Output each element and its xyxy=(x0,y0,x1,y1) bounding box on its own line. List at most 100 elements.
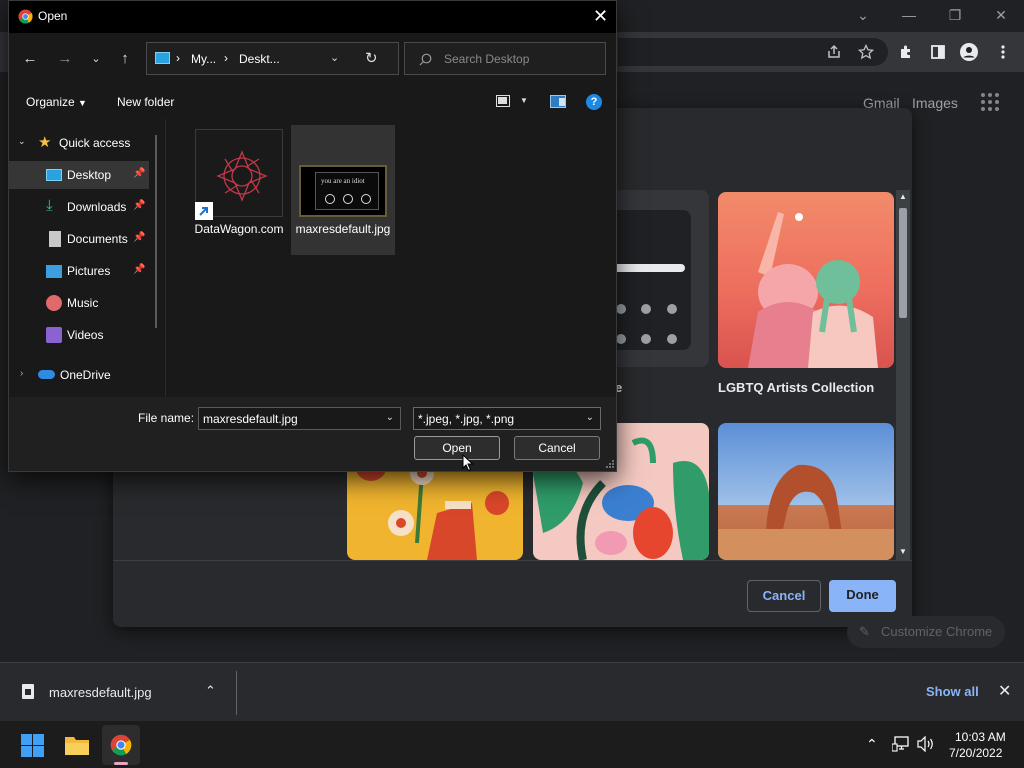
sidebar-item-downloads[interactable]: ⤓ Downloads 📌 xyxy=(9,193,149,221)
pin-icon: 📌 xyxy=(133,264,146,275)
pin-icon: 📌 xyxy=(133,168,146,179)
background-tile-label: LGBTQ Artists Collection xyxy=(718,380,875,395)
chrome-logo-icon xyxy=(18,9,33,24)
scrollbar-thumb[interactable] xyxy=(899,208,907,318)
sidebar-item-label: Downloads xyxy=(67,200,127,214)
dialog-navigation-bar: ← → ⌄ ↑ › My... › Deskt... ⌄ ↻ Search De… xyxy=(9,33,616,85)
recent-locations-chevron-icon[interactable]: ⌄ xyxy=(86,50,106,68)
background-tile-lgbtq[interactable] xyxy=(718,192,894,368)
customize-done-button[interactable]: Done xyxy=(829,580,896,612)
navigation-scrollbar[interactable] xyxy=(155,135,157,328)
pencil-icon: ✎ xyxy=(859,624,870,639)
chrome-taskbar-button[interactable] xyxy=(102,725,140,765)
desktop-icon xyxy=(46,169,62,181)
sidebar-item-label: Desktop xyxy=(67,168,112,182)
sidebar-item-desktop[interactable]: Desktop 📌 xyxy=(9,161,149,189)
chevron-down-icon[interactable]: ⌄ xyxy=(386,412,394,423)
file-name-input[interactable]: maxresdefault.jpg ⌄ xyxy=(198,407,401,430)
address-bar[interactable] xyxy=(618,38,888,66)
chevron-up-icon[interactable]: ⌃ xyxy=(205,683,216,699)
active-indicator xyxy=(114,762,128,765)
images-link[interactable]: Images xyxy=(912,95,958,111)
help-icon[interactable]: ? xyxy=(586,94,602,110)
download-item-name[interactable]: maxresdefault.jpg xyxy=(49,685,152,700)
file-icon xyxy=(22,684,34,699)
computer-icon xyxy=(155,52,170,64)
close-icon[interactable]: ✕ xyxy=(593,7,608,25)
show-hidden-icons-chevron-icon[interactable]: ⌃ xyxy=(866,736,878,753)
windows-start-icon[interactable] xyxy=(21,734,44,757)
arch-artwork xyxy=(718,464,894,560)
sidebar-item-label: Music xyxy=(67,296,99,310)
customize-chrome-button[interactable]: ✎ Customize Chrome xyxy=(847,616,1005,648)
close-icon[interactable]: ✕ xyxy=(998,681,1011,701)
new-folder-button[interactable]: New folder xyxy=(117,95,174,109)
pictures-icon xyxy=(46,265,62,278)
share-icon[interactable] xyxy=(824,42,844,62)
clock-time[interactable]: 10:03 AM xyxy=(955,730,1006,744)
back-arrow-icon[interactable]: ← xyxy=(20,50,40,68)
extensions-icon[interactable] xyxy=(896,42,916,62)
dialog-title: Open xyxy=(38,9,68,23)
tab-search-icon[interactable]: ⌄ xyxy=(852,5,874,25)
file-explorer-icon[interactable] xyxy=(64,734,90,756)
resize-grip-icon[interactable] xyxy=(606,460,614,468)
navigation-pane: ⌄ ★ Quick access Desktop 📌 ⤓ Downloads 📌… xyxy=(9,119,166,397)
scroll-down-arrow-icon[interactable]: ▼ xyxy=(899,547,907,556)
open-button[interactable]: Open xyxy=(414,436,500,460)
forward-arrow-icon[interactable]: → xyxy=(55,50,75,68)
dialog-command-bar: Organize ▼ New folder ▼ ? xyxy=(9,85,616,119)
show-all-button[interactable]: Show all xyxy=(926,684,979,699)
minimize-icon[interactable]: — xyxy=(898,5,920,25)
organize-menu[interactable]: Organize ▼ xyxy=(26,95,87,109)
refresh-icon[interactable]: ↻ xyxy=(365,49,378,67)
star-icon: ★ xyxy=(38,134,52,151)
customize-cancel-button[interactable]: Cancel xyxy=(747,580,821,612)
file-list: DataWagon.com you are an idiot maxresdef… xyxy=(167,119,616,397)
chevron-down-icon[interactable]: ⌄ xyxy=(586,412,594,423)
bookmark-star-icon[interactable] xyxy=(856,42,876,62)
search-input[interactable]: Search Desktop xyxy=(404,42,606,75)
up-arrow-icon[interactable]: ↑ xyxy=(115,50,135,68)
sidebar-item-documents[interactable]: Documents 📌 xyxy=(9,225,149,253)
chrome-menu-icon[interactable] xyxy=(993,42,1013,62)
chrome-logo-icon xyxy=(110,734,132,756)
preview-pane-icon[interactable] xyxy=(550,95,566,108)
dialog-bottom-panel: File name: maxresdefault.jpg ⌄ *.jpeg, *… xyxy=(9,397,616,471)
volume-icon[interactable] xyxy=(917,736,935,752)
view-options-icon[interactable] xyxy=(496,95,510,107)
sidebar-item-label: OneDrive xyxy=(60,368,111,382)
file-thumbnail: you are an idiot xyxy=(299,165,387,217)
gallery-scrollbar[interactable]: ▲ ▼ xyxy=(896,190,910,560)
close-window-icon[interactable]: ✕ xyxy=(990,5,1012,25)
profile-avatar-icon[interactable] xyxy=(959,42,979,62)
restore-icon[interactable]: ❐ xyxy=(944,5,966,25)
divider xyxy=(236,671,237,715)
sidebar-item-label: Documents xyxy=(67,232,128,246)
breadcrumb[interactable]: › My... › Deskt... ⌄ ↻ xyxy=(146,42,399,75)
file-type-select[interactable]: *.jpeg, *.jpg, *.png ⌄ xyxy=(413,407,601,430)
view-options-dropdown-icon[interactable]: ▼ xyxy=(520,96,528,105)
file-item-datawagon[interactable]: DataWagon.com xyxy=(187,125,291,255)
cancel-button[interactable]: Cancel xyxy=(514,436,600,460)
sidebar-item-onedrive[interactable]: › OneDrive xyxy=(9,361,149,389)
expand-chevron-icon[interactable]: › xyxy=(20,368,23,379)
google-apps-icon[interactable] xyxy=(981,93,999,111)
sidebar-item-label: Quick access xyxy=(59,136,131,150)
file-item-maxresdefault[interactable]: you are an idiot maxresdefault.jpg xyxy=(291,125,395,255)
sidebar-item-videos[interactable]: Videos xyxy=(9,321,149,349)
side-panel-icon[interactable] xyxy=(928,42,948,62)
breadcrumb-item[interactable]: My... xyxy=(191,52,216,66)
address-dropdown-icon[interactable]: ⌄ xyxy=(330,51,339,64)
network-icon[interactable] xyxy=(892,736,910,752)
sidebar-item-quick-access[interactable]: ⌄ ★ Quick access xyxy=(9,129,149,157)
clock-date[interactable]: 7/20/2022 xyxy=(949,746,1002,760)
expand-chevron-icon[interactable]: ⌄ xyxy=(18,136,26,147)
sidebar-item-pictures[interactable]: Pictures 📌 xyxy=(9,257,149,285)
scroll-up-arrow-icon[interactable]: ▲ xyxy=(899,192,907,201)
background-tile-arch[interactable] xyxy=(718,423,894,560)
sidebar-item-label: Pictures xyxy=(67,264,111,278)
breadcrumb-item[interactable]: Deskt... xyxy=(239,52,280,66)
sidebar-item-label: Videos xyxy=(67,328,104,342)
sidebar-item-music[interactable]: Music xyxy=(9,289,149,317)
